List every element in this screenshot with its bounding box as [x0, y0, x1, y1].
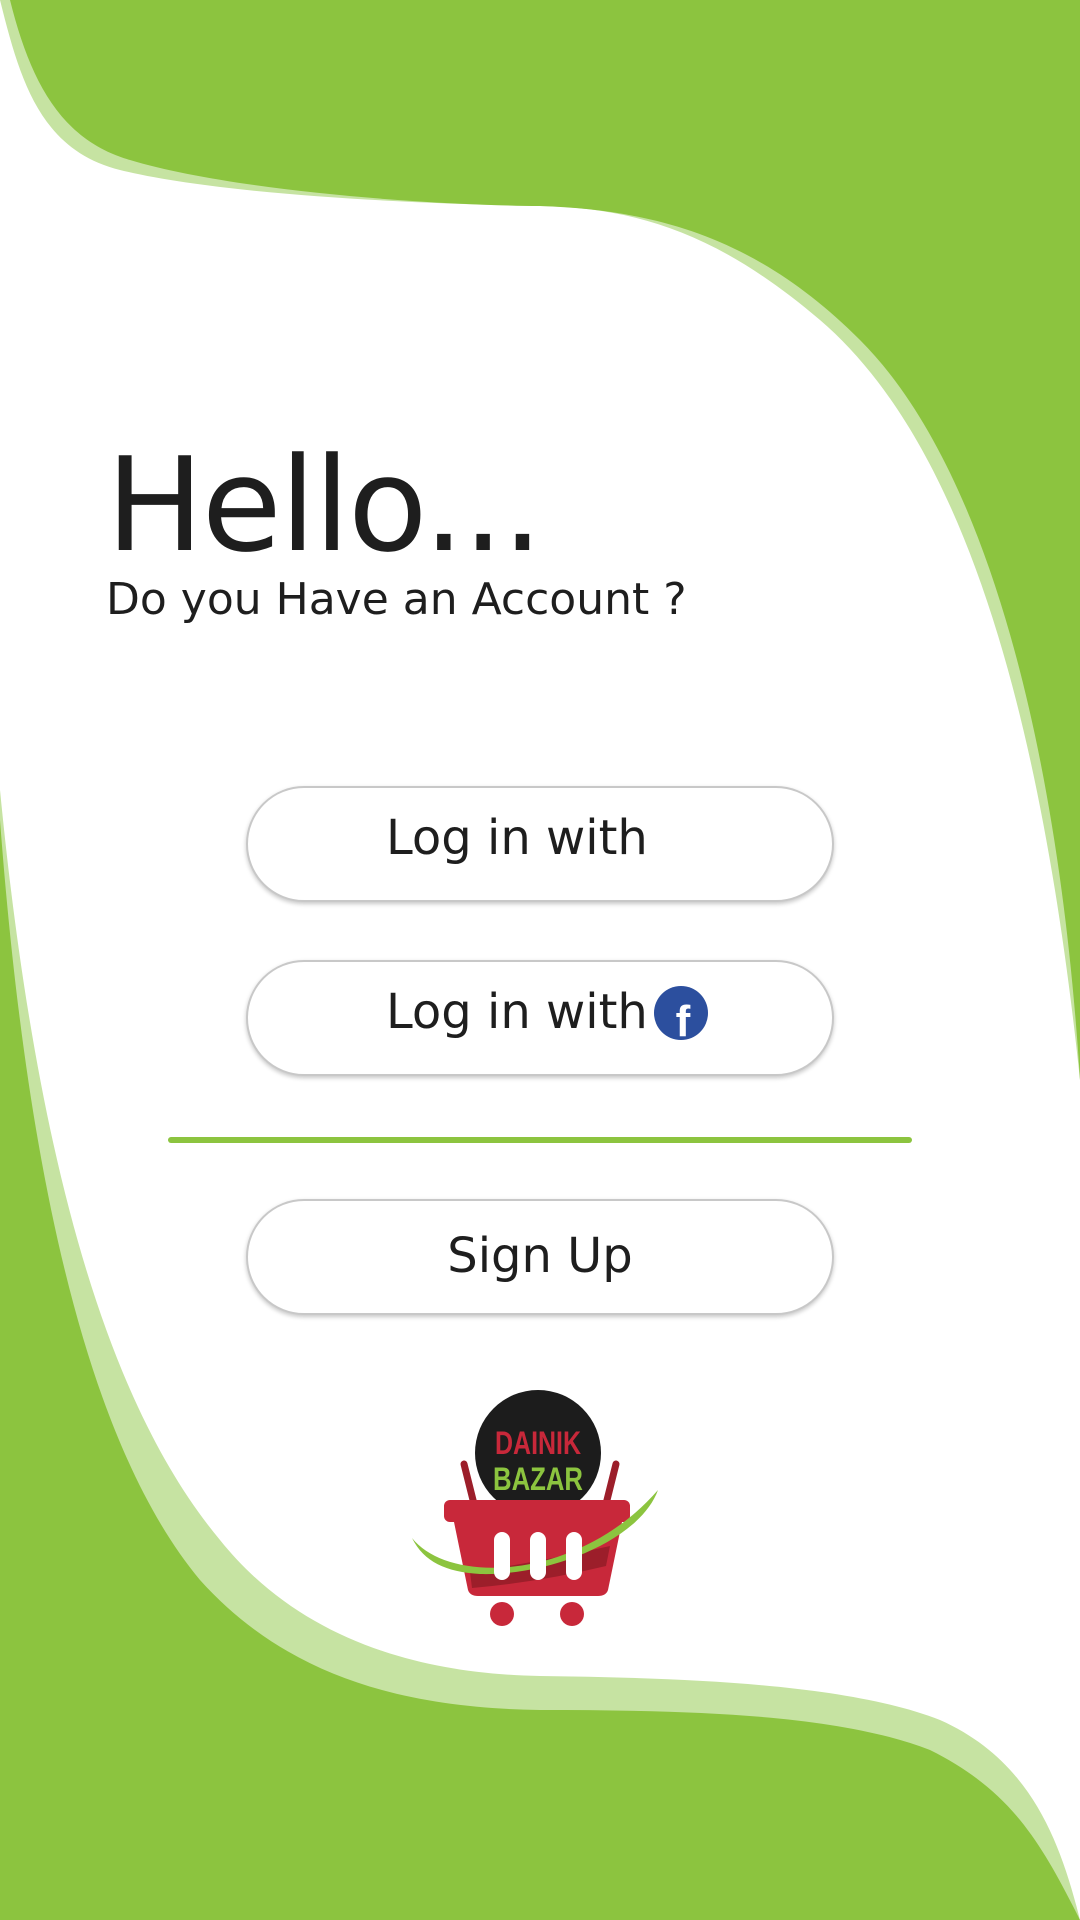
logo-text-line1: DAINIK — [495, 1425, 581, 1461]
account-question: Do you Have an Account ? — [106, 574, 687, 625]
signup-label: Sign Up — [447, 1228, 633, 1285]
facebook-icon: f — [654, 986, 708, 1040]
login-facebook-label: Log in with — [386, 984, 648, 1040]
login-with-facebook-button[interactable]: Log in with f — [246, 960, 834, 1076]
signup-button[interactable]: Sign Up — [246, 1199, 834, 1315]
login-with-google-button[interactable]: Log in with — [246, 786, 834, 902]
logo-text-line2: BAZAR — [493, 1461, 583, 1497]
login-google-label: Log in with — [386, 810, 648, 866]
greeting-title: Hello... — [106, 429, 543, 581]
dainik-bazar-logo: DAINIK BAZAR — [412, 1390, 658, 1626]
section-divider — [168, 1137, 912, 1143]
